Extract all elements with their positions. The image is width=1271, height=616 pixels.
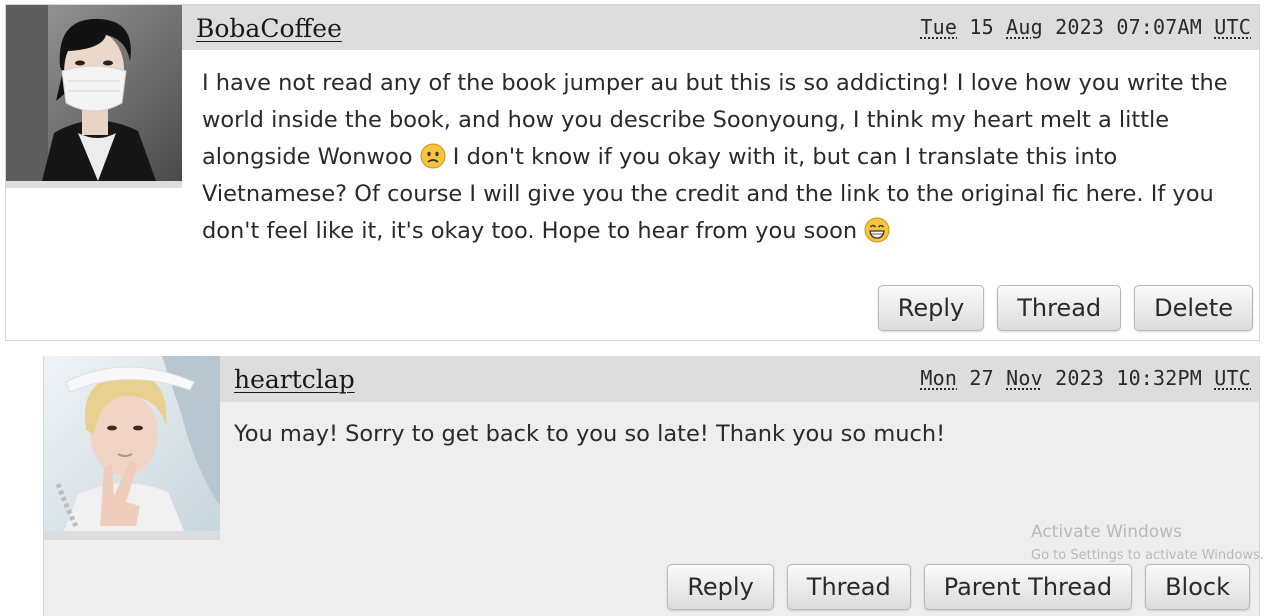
delete-button[interactable]: Delete <box>1134 285 1253 331</box>
comment-text: I have not read any of the book jumper a… <box>20 65 1245 250</box>
parent-thread-button[interactable]: Parent Thread <box>923 564 1133 610</box>
comment-actions: Reply Thread Parent Thread Block <box>667 564 1250 610</box>
comment-datetime: Mon 27 Nov 2023 10:32PM UTC <box>920 366 1251 390</box>
thread-button[interactable]: Thread <box>786 564 911 610</box>
timezone: UTC <box>1214 15 1251 39</box>
block-button[interactable]: Block <box>1145 564 1250 610</box>
weekday: Tue <box>920 15 958 39</box>
comment-body: I have not read any of the book jumper a… <box>20 65 1245 250</box>
reply-button[interactable]: Reply <box>877 285 985 331</box>
comment-bobacoffee: BobaCoffee Tue 15 Aug 2023 07:07AM UTC I… <box>5 4 1260 341</box>
day: 15 <box>969 15 994 39</box>
comment-body: You may! Sorry to get back to you so lat… <box>44 416 1245 453</box>
month: Aug <box>1006 15 1043 39</box>
comment-header: heartclap Mon 27 Nov 2023 10:32PM UTC <box>220 356 1259 402</box>
watermark-subtitle: Go to Settings to activate Windows. <box>1031 548 1264 563</box>
username-link[interactable]: BobaCoffee <box>196 14 342 43</box>
time: 07:07AM <box>1116 15 1203 39</box>
day: 27 <box>969 366 994 390</box>
comment-datetime: Tue 15 Aug 2023 07:07AM UTC <box>920 15 1251 39</box>
weekday: Mon <box>920 366 958 390</box>
comment-actions: Reply Thread Delete <box>877 285 1253 331</box>
comment-text: You may! Sorry to get back to you so lat… <box>234 421 946 447</box>
disappointed-face-icon <box>420 143 446 169</box>
year: 2023 <box>1055 366 1105 390</box>
comment-header: BobaCoffee Tue 15 Aug 2023 07:07AM UTC <box>182 5 1259 50</box>
comment-heartclap: heartclap Mon 27 Nov 2023 10:32PM UTC Yo… <box>43 356 1260 616</box>
month: Nov <box>1006 366 1043 390</box>
timezone: UTC <box>1214 366 1251 390</box>
thread-button[interactable]: Thread <box>997 285 1122 331</box>
activate-windows-watermark: Activate Windows Go to Settings to activ… <box>1031 522 1264 563</box>
watermark-title: Activate Windows <box>1031 522 1182 542</box>
reply-button[interactable]: Reply <box>667 564 774 610</box>
grinning-face-icon <box>864 217 890 243</box>
username-link[interactable]: heartclap <box>234 365 355 394</box>
time: 10:32PM <box>1116 366 1203 390</box>
year: 2023 <box>1055 15 1105 39</box>
